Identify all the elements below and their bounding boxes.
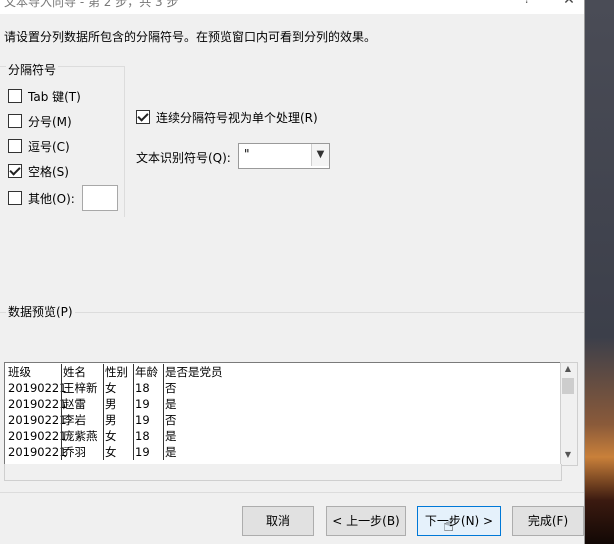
- other-checkbox[interactable]: 其他(O):: [8, 190, 75, 206]
- text-qualifier-value: ": [244, 147, 250, 161]
- desktop-background: [584, 0, 614, 544]
- semicolon-checkbox[interactable]: 分号(M): [8, 113, 72, 129]
- checkbox-label: 逗号(C): [28, 139, 70, 154]
- preview-cell: 乔羽: [61, 444, 86, 460]
- preview-cell: 否: [163, 380, 177, 396]
- chevron-down-icon[interactable]: ▼: [311, 144, 329, 166]
- preview-cell: 男: [103, 412, 117, 428]
- preview-cell: 18: [133, 380, 150, 396]
- help-button[interactable]: ?: [516, 0, 538, 12]
- preview-cell: 是: [163, 428, 177, 444]
- preview-cell: 性别: [103, 364, 128, 380]
- space-checkbox[interactable]: 空格(S): [8, 163, 69, 179]
- preview-cell: 姓名: [61, 364, 86, 380]
- checkbox-box-checked[interactable]: [136, 110, 150, 124]
- preview-cell: 赵雷: [61, 396, 86, 412]
- preview-row: 20190221 李岩 男 19 否: [5, 412, 561, 428]
- preview-row: 20190221 王梓新女 18 否: [5, 380, 561, 396]
- instruction-text: 请设置分列数据所包含的分隔符号。在预览窗口内可看到分列的效果。: [4, 30, 377, 44]
- scroll-down-icon[interactable]: ▼: [560, 450, 576, 462]
- preview-cell: 女: [103, 444, 117, 460]
- scroll-up-icon[interactable]: ▲: [560, 364, 576, 376]
- cancel-button[interactable]: 取消: [242, 506, 314, 536]
- close-button[interactable]: ✕: [558, 0, 580, 12]
- consecutive-delimiter-checkbox[interactable]: 连续分隔符号视为单个处理(R): [136, 109, 318, 125]
- preview-cell: 20190221: [8, 381, 67, 395]
- preview-cell: 20190221: [8, 429, 67, 443]
- hand-cursor-icon: ☝: [443, 515, 454, 536]
- footer-divider: [0, 492, 584, 493]
- back-button[interactable]: < 上一步(B): [326, 506, 406, 536]
- checkbox-label: Tab 键(T): [28, 89, 81, 104]
- preview-cell: 20190221: [8, 445, 67, 459]
- checkbox-box[interactable]: [8, 114, 22, 128]
- checkbox-label: 空格(S): [28, 164, 69, 179]
- preview-groupbox: [0, 312, 584, 314]
- preview-cell: 20190221: [8, 397, 67, 411]
- preview-cell: 是否是党员: [163, 364, 223, 380]
- preview-cell: 20190221: [8, 413, 67, 427]
- preview-cell: 是: [163, 444, 177, 460]
- preview-cell: 19: [133, 396, 150, 412]
- tab-checkbox[interactable]: Tab 键(T): [8, 88, 81, 104]
- preview-row: 20190221 赵雷 男 19 是: [5, 396, 561, 412]
- preview-cell: 19: [133, 444, 150, 460]
- scroll-thumb[interactable]: [562, 378, 574, 394]
- delimiter-group-label: 分隔符号: [6, 61, 59, 78]
- checkbox-box[interactable]: [8, 139, 22, 153]
- preview-cell: 班级: [8, 365, 31, 379]
- checkbox-box[interactable]: [8, 89, 22, 103]
- text-qualifier-label: 文本识别符号(Q):: [136, 151, 231, 165]
- other-delimiter-input[interactable]: [82, 185, 118, 211]
- preview-row: 20190221 庞紫燕女 18 是: [5, 428, 561, 444]
- checkbox-label: 分号(M): [28, 114, 72, 129]
- finish-button[interactable]: 完成(F): [512, 506, 584, 536]
- dialog-title: 文本导入向导 - 第 2 步，共 3 步: [4, 0, 179, 9]
- preview-row: 20190221 乔羽 女 19 是: [5, 444, 561, 460]
- preview-cell: 李岩: [61, 412, 86, 428]
- preview-cell: 庞紫燕: [61, 428, 98, 444]
- checkbox-box[interactable]: [8, 191, 22, 205]
- preview-cell: 否: [163, 412, 177, 428]
- preview-group-label: 数据预览(P): [6, 303, 75, 320]
- horizontal-scrollbar[interactable]: [4, 464, 562, 481]
- preview-cell: 王梓新: [61, 380, 98, 396]
- preview-cell: 男: [103, 396, 117, 412]
- checkbox-box-checked[interactable]: [8, 164, 22, 178]
- next-button[interactable]: 下一步(N) >: [417, 506, 501, 536]
- checkbox-label: 连续分隔符号视为单个处理(R): [156, 110, 318, 125]
- preview-cell: 女: [103, 380, 117, 396]
- comma-checkbox[interactable]: 逗号(C): [8, 138, 70, 154]
- preview-cell: 19: [133, 412, 150, 428]
- preview-cell: 女: [103, 428, 117, 444]
- checkbox-label: 其他(O):: [28, 191, 75, 206]
- preview-cell: 是: [163, 396, 177, 412]
- data-preview-pane[interactable]: 班级 姓名 性别 年龄 是否是党员 20190221 王梓新女 18 否 20190221 赵雷男 1…: [4, 362, 562, 466]
- text-import-wizard-dialog: 文本导入向导 - 第 2 步，共 3 步 ? ✕ 请设置分列数据所包含的分隔符号…: [0, 0, 585, 544]
- preview-cell: 18: [133, 428, 150, 444]
- preview-header-row: 班级 姓名 性别 年龄 是否是党员: [5, 364, 561, 380]
- preview-cell: 年龄: [133, 364, 158, 380]
